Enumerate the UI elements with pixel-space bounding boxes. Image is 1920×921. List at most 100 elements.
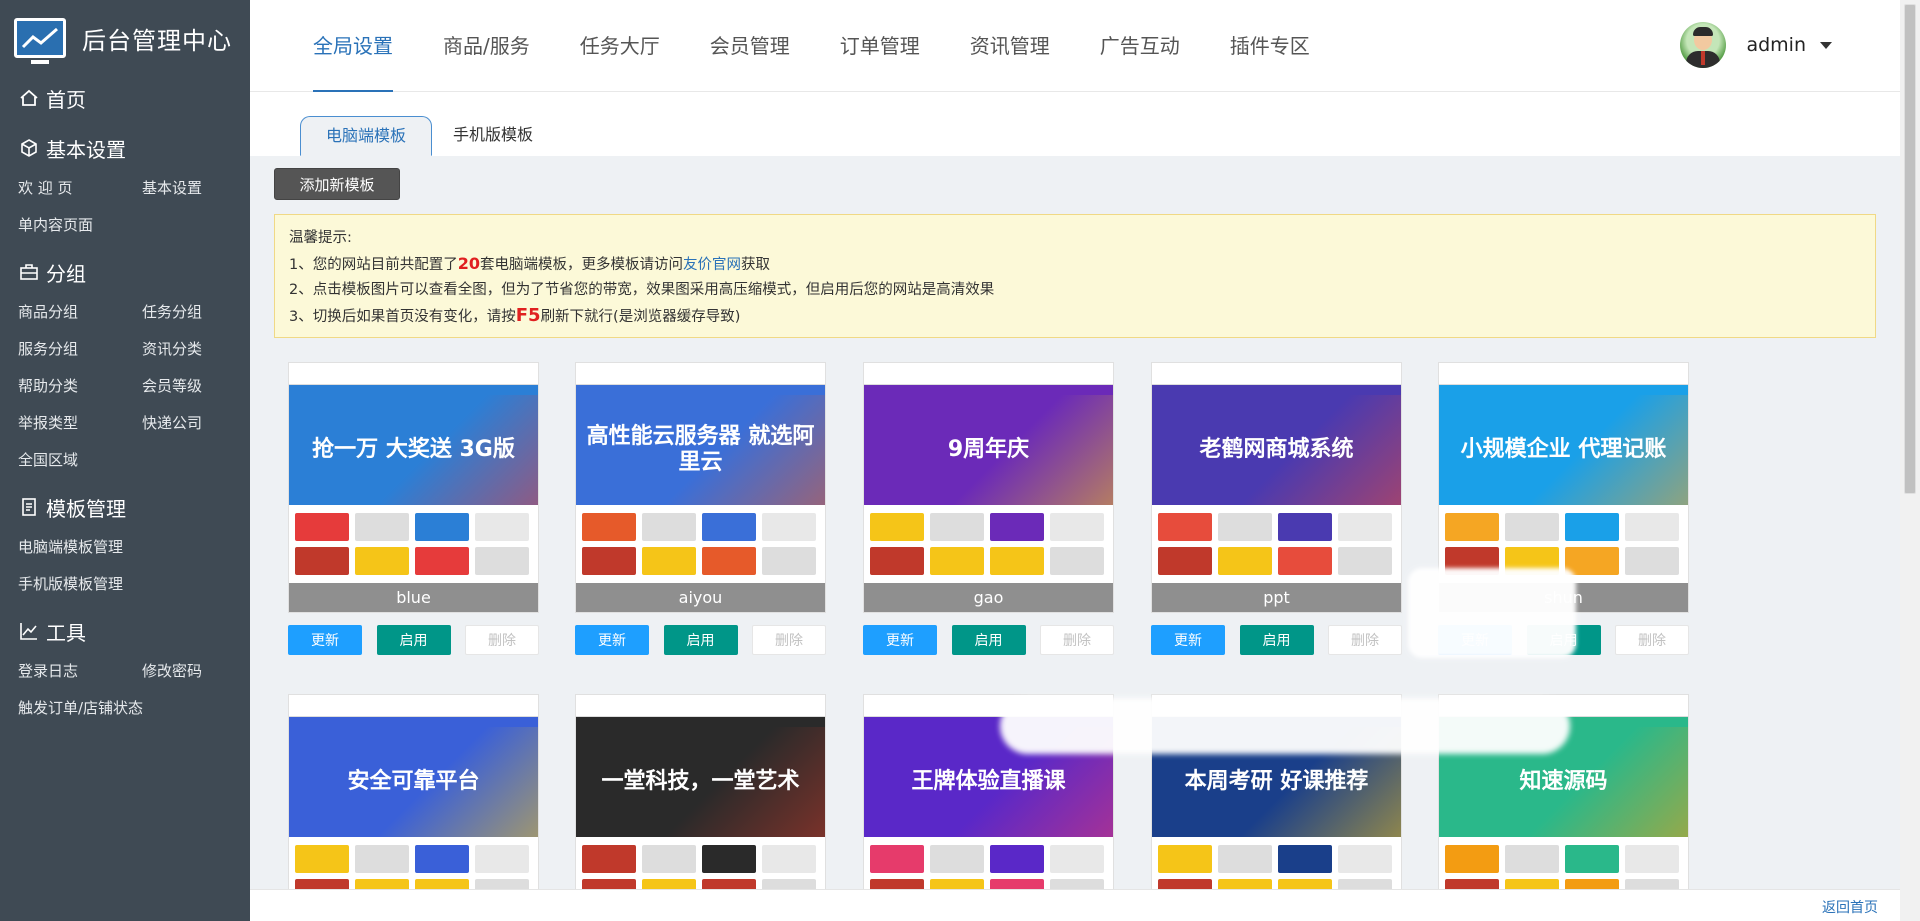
thumbnail-block <box>1278 845 1332 873</box>
cube-icon <box>18 137 40 159</box>
sidebar-section-title[interactable]: 模板管理 <box>0 485 250 529</box>
sidebar-item-regions[interactable]: 全国区域 <box>18 442 142 479</box>
back-home-link[interactable]: 返回首页 <box>1822 897 1878 917</box>
thumbnail-header <box>576 363 825 385</box>
tab-plugins[interactable]: 插件专区 <box>1230 0 1310 92</box>
sidebar-item-basic-settings[interactable]: 基本设置 <box>142 170 262 207</box>
vertical-scrollbar[interactable] <box>1900 0 1920 921</box>
thumbnail-block <box>762 845 816 873</box>
enable-button[interactable]: 启用 <box>663 625 738 655</box>
f5-key-text: F5 <box>515 305 541 326</box>
sidebar-item-member-level[interactable]: 会员等级 <box>142 368 262 405</box>
template-card: 一堂科技，一堂艺术 <box>575 694 826 894</box>
thumbnail-banner: 小规模企业 代理记账 <box>1439 395 1688 505</box>
template-thumbnail[interactable]: 老鹤网商城系统 ppt <box>1151 362 1402 613</box>
user-menu[interactable]: admin <box>1680 22 1832 68</box>
template-thumbnail[interactable]: 抢一万 大奖送 3G版 blue <box>288 362 539 613</box>
thumbnail-block <box>475 845 529 873</box>
thumbnail-block <box>762 547 816 575</box>
sidebar-item-pc-templates[interactable]: 电脑端模板管理 <box>18 529 262 566</box>
tab-members[interactable]: 会员管理 <box>710 0 790 92</box>
thumbnail-block <box>990 547 1044 575</box>
delete-button[interactable]: 删除 <box>1615 625 1689 655</box>
tab-global-settings[interactable]: 全局设置 <box>313 0 393 92</box>
tab-mobile-template[interactable]: 手机版模板 <box>428 116 558 156</box>
top-tabs: 全局设置 商品/服务 任务大厅 会员管理 订单管理 资讯管理 广告互动 插件专区 <box>313 0 1360 92</box>
section-title-label: 基本设置 <box>46 137 126 162</box>
tab-pc-template[interactable]: 电脑端模板 <box>300 116 433 156</box>
sidebar-section-title[interactable]: 基本设置 <box>0 126 250 170</box>
thumbnail-block <box>1338 513 1392 541</box>
delete-button[interactable]: 删除 <box>752 625 826 655</box>
enable-button[interactable]: 启用 <box>951 625 1026 655</box>
notice-box: 温馨提示: 1、您的网站目前共配置了20套电脑端模板，更多模板请访问友价官网获取… <box>274 214 1876 338</box>
thumbnail-block <box>642 845 696 873</box>
thumbnail-block <box>1445 845 1499 873</box>
enable-button[interactable]: 启用 <box>376 625 451 655</box>
sidebar-item-login-log[interactable]: 登录日志 <box>18 653 142 690</box>
document-icon <box>18 496 40 518</box>
chevron-down-icon[interactable] <box>1820 41 1832 49</box>
tab-task-hall[interactable]: 任务大厅 <box>580 0 660 92</box>
sidebar-section-title[interactable]: 分组 <box>0 250 250 294</box>
official-site-link[interactable]: 友价官网 <box>683 257 741 273</box>
delete-button[interactable]: 删除 <box>1040 625 1114 655</box>
thumbnail-content <box>295 845 532 893</box>
thumbnail-nav <box>864 385 1113 395</box>
sidebar-item-express[interactable]: 快递公司 <box>142 405 262 442</box>
sidebar-item-welcome[interactable]: 欢 迎 页 <box>18 170 142 207</box>
thumbnail-block <box>930 513 984 541</box>
tab-products-services[interactable]: 商品/服务 <box>443 0 530 92</box>
thumbnail-banner: 安全可靠平台 <box>289 727 538 837</box>
thumbnail-nav <box>1152 385 1401 395</box>
template-actions: 更新启用删除 <box>575 625 826 655</box>
update-button[interactable]: 更新 <box>575 625 649 655</box>
template-card: 高性能云服务器 就选阿里云 aiyou 更新 启用 删除 <box>575 362 826 655</box>
sidebar-item-help-category[interactable]: 帮助分类 <box>18 368 142 405</box>
update-button[interactable]: 更新 <box>288 625 362 655</box>
template-thumbnail[interactable]: 9周年庆 gao <box>863 362 1114 613</box>
thumbnail-block <box>295 547 349 575</box>
sidebar-section-templates: 模板管理 电脑端模板管理 手机版模板管理 <box>0 485 250 603</box>
sidebar-section-title[interactable]: 工具 <box>0 609 250 653</box>
tab-ads[interactable]: 广告互动 <box>1100 0 1180 92</box>
thumbnail-block <box>582 547 636 575</box>
template-actions: 更新启用删除 <box>288 625 539 655</box>
delete-button[interactable]: 删除 <box>1328 625 1402 655</box>
tab-news[interactable]: 资讯管理 <box>970 0 1050 92</box>
template-count: 20 <box>457 254 480 273</box>
tab-orders[interactable]: 订单管理 <box>840 0 920 92</box>
sidebar-item-home[interactable]: 首页 <box>0 76 250 120</box>
thumbnail-block <box>1158 513 1212 541</box>
sidebar-item-news-category[interactable]: 资讯分类 <box>142 331 262 368</box>
app-root: 后台管理中心 首页 基本设置 欢 迎 页 基本设置 单内容页面 分组 商品分组 … <box>0 0 1920 921</box>
template-thumbnail[interactable]: 一堂科技，一堂艺术 <box>575 694 826 894</box>
scrollbar-thumb[interactable] <box>1904 4 1916 494</box>
main-content: 电脑端模板 手机版模板 添加新模板 温馨提示: 1、您的网站目前共配置了20套电… <box>250 92 1900 921</box>
thumbnail-block <box>415 513 469 541</box>
thumbnail-block <box>1050 547 1104 575</box>
template-thumbnail[interactable]: 安全可靠平台 <box>288 694 539 894</box>
update-button[interactable]: 更新 <box>1151 625 1225 655</box>
thumbnail-block <box>582 845 636 873</box>
thumbnail-header <box>289 363 538 385</box>
template-thumbnail[interactable]: 高性能云服务器 就选阿里云 aiyou <box>575 362 826 613</box>
username[interactable]: admin <box>1746 34 1806 56</box>
avatar[interactable] <box>1680 22 1727 68</box>
sidebar-item-mobile-templates[interactable]: 手机版模板管理 <box>18 566 262 603</box>
thumbnail-block <box>930 547 984 575</box>
update-button[interactable]: 更新 <box>863 625 937 655</box>
delete-button[interactable]: 删除 <box>465 625 539 655</box>
thumbnail-content <box>582 845 819 893</box>
thumbnail-block <box>1445 513 1499 541</box>
sidebar-item-service-group[interactable]: 服务分组 <box>18 331 142 368</box>
sidebar-item-product-group[interactable]: 商品分组 <box>18 294 142 331</box>
sidebar-item-change-password[interactable]: 修改密码 <box>142 653 262 690</box>
sidebar-item-trigger-status[interactable]: 触发订单/店铺状态 <box>18 690 262 727</box>
sidebar-item-task-group[interactable]: 任务分组 <box>142 294 262 331</box>
enable-button[interactable]: 启用 <box>1239 625 1314 655</box>
thumbnail-block <box>1625 845 1679 873</box>
sidebar-item-single-page[interactable]: 单内容页面 <box>18 207 142 244</box>
sidebar-item-report-type[interactable]: 举报类型 <box>18 405 142 442</box>
add-template-button[interactable]: 添加新模板 <box>274 168 400 200</box>
